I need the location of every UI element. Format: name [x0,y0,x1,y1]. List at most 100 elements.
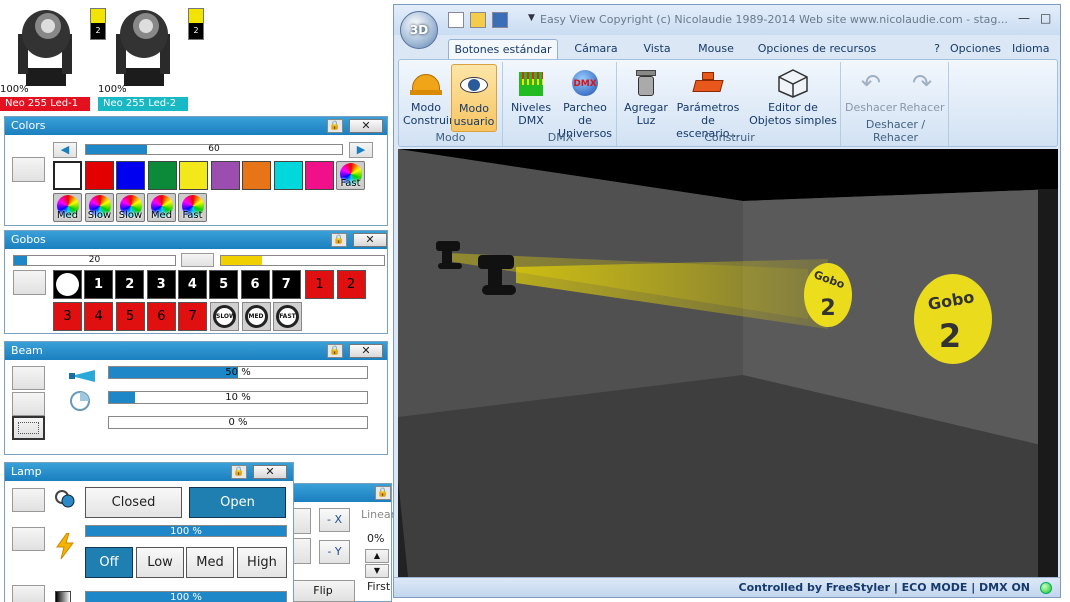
position-lock-button-2[interactable] [291,538,311,564]
tab-camara[interactable]: Cámara [570,39,622,59]
modo-usuario-button[interactable]: Modo usuario [451,64,497,132]
gobo-shake-slot[interactable]: 6 [146,302,176,331]
gobo-shake-slot[interactable]: 4 [84,302,114,331]
quick-access-dropdown-icon[interactable]: ▼ [528,13,535,23]
tab-botones-estandar[interactable]: Botones estándar [448,39,558,59]
parametros-escenario-button[interactable]: Parámetros de escenario... [669,64,747,140]
color-swatch[interactable] [179,161,208,190]
gobo-reset-small-button[interactable] [181,253,214,267]
close-button[interactable]: ✕ [253,465,287,479]
gobo-slot[interactable]: 5 [209,270,239,299]
color-swatch[interactable] [210,161,240,190]
lock-icon[interactable]: 🔒 [327,119,343,133]
fixture-tile-1[interactable]: 2 100% Neo 255 Led-1 [0,0,106,112]
shutter-open-button[interactable]: Open [189,487,286,518]
gobo-slot[interactable]: 6 [240,270,270,299]
color-swatch[interactable] [305,161,334,190]
color-speed-med[interactable]: Med [53,193,82,222]
lock-icon[interactable]: 🔒 [327,344,343,358]
gobo-open[interactable] [53,270,82,299]
beam-iris-reset-button[interactable] [12,392,45,416]
gobo-slot[interactable]: 2 [115,270,145,299]
arrow-left-icon[interactable]: ◀ [53,142,77,158]
3d-viewport[interactable]: Gobo 2 Gobo 2 [398,149,1058,577]
gobo-shake-slot[interactable]: 5 [115,302,145,331]
help-menu[interactable]: ? [930,39,944,59]
color-swatch[interactable] [147,161,177,190]
gobo-slot[interactable]: 7 [271,270,301,299]
dimmer-reset-button[interactable] [12,585,45,602]
color-wheel-slider[interactable]: 60 [85,144,343,155]
parcheo-universos-button[interactable]: DMX Parcheo de Universos [555,64,615,140]
idioma-menu[interactable]: Idioma [1012,39,1049,59]
color-swatch[interactable] [116,161,145,190]
position-lock-button[interactable] [291,508,311,534]
gobo-slot[interactable]: 4 [177,270,207,299]
beam-slider[interactable]: 10 % [108,391,368,404]
minus-x-button[interactable]: - X [319,508,350,532]
color-speed-slow-reverse[interactable]: Slow [116,193,145,222]
gobo-slot[interactable]: 3 [146,270,176,299]
gobo-rotation-fast-button[interactable]: FAST [273,302,302,331]
lamp-intensity-slider[interactable]: 100 % [85,525,287,537]
colors-reset-button[interactable] [12,157,45,182]
ribbon-tabs: Botones estándar Cámara Vista Mouse Opci… [394,35,1060,59]
niveles-dmx-button[interactable]: Niveles DMX [509,64,553,132]
shutter-closed-button[interactable]: Closed [85,487,182,518]
color-speed-fast-reverse[interactable]: Fast [178,193,207,222]
gobo-shake-slot[interactable]: 1 [305,270,334,299]
gobo-rotation-med-button[interactable]: MED [241,302,271,331]
gobo-reset-button[interactable] [13,270,46,295]
agregar-luz-button[interactable]: Agregar Luz [623,64,669,132]
gobo-slot[interactable]: 1 [84,270,113,299]
save-icon[interactable] [492,12,508,28]
open-folder-icon[interactable] [470,12,486,28]
level-meter-icon [515,68,547,98]
beam-third-reset-button[interactable] [12,416,45,440]
gobo-slider[interactable]: 20 [13,255,176,266]
color-speed-fast[interactable]: Fast [336,161,365,190]
close-button[interactable]: ✕ [349,119,383,133]
minus-y-button[interactable]: - Y [319,540,350,564]
power-high-button[interactable]: High [237,547,287,578]
maximize-icon[interactable]: □ [1040,11,1051,25]
beam-slider[interactable]: 50 % [108,366,368,379]
arrow-right-icon[interactable]: ▶ [349,142,373,158]
beam-zoom-reset-button[interactable] [12,366,45,390]
gobo-rotation-slider[interactable] [220,255,385,266]
tab-opciones-recursos[interactable]: Opciones de recursos [752,39,882,59]
editor-objetos-button[interactable]: Editor de Objetos simples [749,64,837,132]
color-swatch[interactable] [53,161,82,190]
gobo-shake-slot[interactable]: 2 [336,270,366,299]
close-button[interactable]: ✕ [349,344,383,358]
dimmer-slider[interactable]: 100 % [85,591,287,602]
gobo-shake-slot[interactable]: 7 [178,302,208,331]
tab-mouse[interactable]: Mouse [692,39,740,59]
shutter-reset-button[interactable] [12,488,45,512]
color-speed-med-reverse[interactable]: Med [147,193,176,222]
up-arrow-icon[interactable]: ▲ [365,549,389,563]
power-low-button[interactable]: Low [136,547,184,578]
fixture-tile-2[interactable]: 2 100% Neo 255 Led-2 [98,0,204,112]
color-speed-slow[interactable]: Slow [85,193,114,222]
minimize-icon[interactable]: — [1018,11,1030,25]
down-arrow-icon[interactable]: ▼ [365,564,389,578]
power-med-button[interactable]: Med [186,547,234,578]
opciones-menu[interactable]: Opciones [950,39,1001,59]
gobo-shake-slot[interactable]: 3 [53,302,82,331]
color-swatch[interactable] [84,161,114,190]
gobo-rotation-slow-button[interactable]: SLOW [210,302,239,331]
flip-button[interactable]: Flip [291,580,355,602]
beam-slider[interactable]: 0 % [108,416,368,429]
color-swatch[interactable] [273,161,303,190]
modo-construir-button[interactable]: Modo Construir [403,64,454,132]
lock-icon[interactable]: 🔒 [331,233,347,247]
new-file-icon[interactable] [448,12,464,28]
lock-icon[interactable]: 🔒 [231,465,247,479]
close-button[interactable]: ✕ [353,233,387,247]
color-swatch[interactable] [242,161,271,190]
power-reset-button[interactable] [12,527,45,551]
lock-icon[interactable]: 🔒 [375,486,391,500]
power-off-button[interactable]: Off [85,547,133,578]
tab-vista[interactable]: Vista [634,39,680,59]
